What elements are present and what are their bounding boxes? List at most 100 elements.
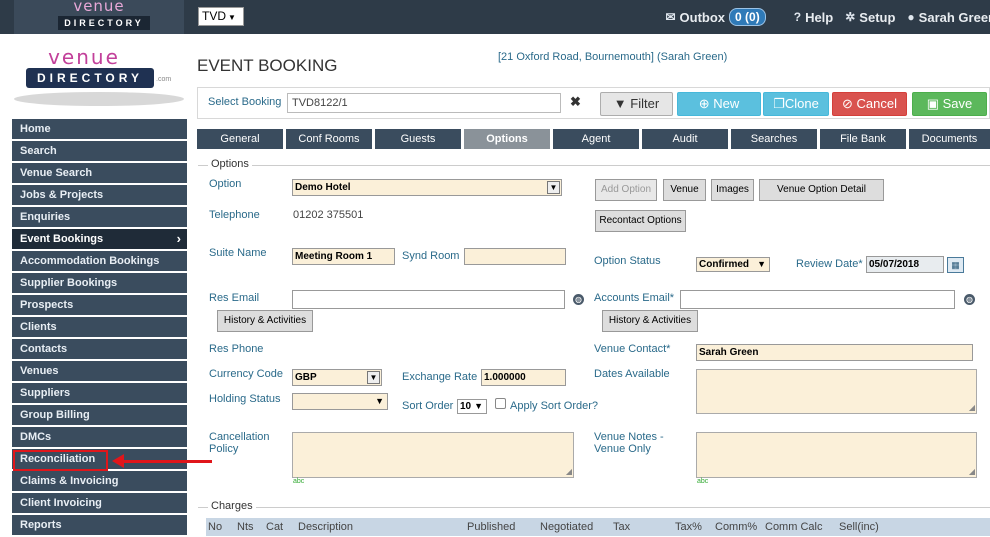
tab-agent[interactable]: Agent: [553, 129, 639, 149]
tab-bar: General Conf Rooms Guests Options Agent Audit…: [197, 129, 990, 149]
sidebar-item-supplier-bookings[interactable]: Supplier Bookings: [12, 273, 187, 293]
question-circle-icon: ?: [793, 10, 802, 24]
sidebar-item-label: Client Invoicing: [20, 497, 102, 509]
user-menu[interactable]: ● Sarah Green: [907, 10, 990, 25]
column-header-comm-calc[interactable]: Comm Calc: [765, 518, 822, 536]
sidebar-item-search[interactable]: Search: [12, 141, 187, 161]
sidebar-item-home[interactable]: Home: [12, 119, 187, 139]
sidebar-item-clients[interactable]: Clients: [12, 317, 187, 337]
sidebar-item-claims-invoicing[interactable]: Claims & Invoicing: [12, 471, 187, 491]
images-button[interactable]: Images: [711, 179, 754, 201]
clear-icon[interactable]: ✖: [570, 94, 581, 110]
apply-sort-checkbox[interactable]: [495, 398, 506, 409]
chevron-right-icon: ›: [176, 231, 181, 246]
column-header-nts[interactable]: Nts: [237, 518, 254, 536]
accounts-email-label: Accounts Email*: [594, 292, 675, 304]
sidebar-item-accommodation-bookings[interactable]: Accommodation Bookings: [12, 251, 187, 271]
copy-icon: ❐: [773, 96, 785, 111]
filter-button[interactable]: ▼ Filter: [600, 92, 673, 116]
venue-notes-label-line1: Venue Notes -: [594, 431, 664, 443]
booking-select-input[interactable]: TVD8122/1: [287, 93, 561, 113]
tab-audit[interactable]: Audit: [642, 129, 728, 149]
sidebar-item-suppliers[interactable]: Suppliers: [12, 383, 187, 403]
sidebar-item-group-billing[interactable]: Group Billing: [12, 405, 187, 425]
tab-searches[interactable]: Searches: [731, 129, 817, 149]
venue-option-detail-button[interactable]: Venue Option Detail: [759, 179, 884, 201]
spellcheck-icon[interactable]: abc: [293, 478, 304, 485]
sidebar-item-client-invoicing[interactable]: Client Invoicing: [12, 493, 187, 513]
res-email-input[interactable]: [292, 290, 565, 309]
tab-documents[interactable]: Documents: [909, 129, 990, 149]
recontact-options-button[interactable]: Recontact Options: [595, 210, 686, 232]
sidebar-item-venues[interactable]: Venues: [12, 361, 187, 381]
cancel-label: Cancel: [856, 96, 897, 111]
column-header-negotiated[interactable]: Negotiated: [540, 518, 593, 536]
sidebar-item-label: Jobs & Projects: [20, 189, 104, 201]
tab-guests[interactable]: Guests: [375, 129, 461, 149]
history-activities-button[interactable]: History & Activities: [217, 310, 313, 332]
option-select[interactable]: Demo Hotel ▼: [292, 179, 562, 196]
top-logo[interactable]: venue DIRECTORY: [14, 0, 184, 34]
tab-file-bank[interactable]: File Bank: [820, 129, 906, 149]
column-header-tax[interactable]: Tax: [613, 518, 630, 536]
select-booking-label: Select Booking: [208, 96, 282, 108]
sidebar-item-label: Search: [20, 145, 57, 157]
setup-button[interactable]: ✲ Setup: [845, 10, 895, 25]
column-header-no[interactable]: No: [208, 518, 222, 536]
sidebar-item-label: Home: [20, 123, 51, 135]
column-header-tax-[interactable]: Tax%: [675, 518, 702, 536]
column-header-sell-inc-[interactable]: Sell(inc): [839, 518, 879, 536]
history-activities-button-2[interactable]: History & Activities: [602, 310, 698, 332]
review-date-label: Review Date*: [796, 258, 863, 270]
sidebar-item-jobs-projects[interactable]: Jobs & Projects: [12, 185, 187, 205]
telephone-value: 01202 375501: [293, 209, 364, 221]
outbox-count-badge: 0 (0): [729, 8, 766, 26]
sidebar-item-prospects[interactable]: Prospects: [12, 295, 187, 315]
currency-select[interactable]: GBP ▼: [292, 369, 382, 386]
option-status-select[interactable]: Confirmed ▼: [696, 257, 770, 272]
highlight-box: [13, 450, 108, 471]
option-status-value: Confirmed: [699, 259, 749, 270]
sidebar-item-contacts[interactable]: Contacts: [12, 339, 187, 359]
venue-button[interactable]: Venue: [663, 179, 706, 201]
column-header-description[interactable]: Description: [298, 518, 353, 536]
venue-notes-textarea[interactable]: ◢: [696, 432, 977, 478]
help-button[interactable]: ? Help: [794, 10, 834, 25]
sidebar-item-event-bookings[interactable]: Event Bookings ›: [12, 229, 187, 249]
column-header-cat[interactable]: Cat: [266, 518, 283, 536]
cancellation-policy-textarea[interactable]: ◢: [292, 432, 574, 478]
envelope-icon: ✉: [665, 10, 676, 24]
new-button[interactable]: ⊕ New: [677, 92, 761, 116]
save-button[interactable]: ▣ Save: [912, 92, 987, 116]
suite-name-input[interactable]: Meeting Room 1: [292, 248, 395, 265]
outbox-button[interactable]: ✉ Outbox 0 (0): [665, 8, 766, 26]
venue-contact-input[interactable]: Sarah Green: [696, 344, 973, 361]
add-option-button[interactable]: Add Option: [595, 179, 657, 201]
globe-icon[interactable]: ◍: [573, 294, 584, 305]
sidebar-item-dmcs[interactable]: DMCs: [12, 427, 187, 447]
tab-conf-rooms[interactable]: Conf Rooms: [286, 129, 372, 149]
sidebar-item-venue-search[interactable]: Venue Search: [12, 163, 187, 183]
company-select[interactable]: TVD ▼: [198, 7, 244, 26]
spellcheck-icon[interactable]: abc: [697, 478, 708, 485]
side-logo[interactable]: venue DIRECTORY .com: [14, 45, 184, 110]
sidebar-item-enquiries[interactable]: Enquiries: [12, 207, 187, 227]
options-legend: Options: [208, 158, 252, 170]
synd-room-input[interactable]: [464, 248, 566, 265]
tab-options[interactable]: Options: [464, 129, 550, 149]
accounts-email-input[interactable]: [680, 290, 955, 309]
dates-available-textarea[interactable]: ◢: [696, 369, 977, 414]
sidebar-item-reports[interactable]: Reports: [12, 515, 187, 535]
column-header-comm-[interactable]: Comm%: [715, 518, 757, 536]
sidebar-item-label: Event Bookings: [20, 233, 104, 245]
clone-button[interactable]: ❐Clone: [763, 92, 829, 116]
tab-general[interactable]: General: [197, 129, 283, 149]
sort-order-select[interactable]: 10 ▼: [457, 399, 487, 414]
review-date-input[interactable]: 05/07/2018: [866, 256, 944, 273]
calendar-icon[interactable]: ▦: [947, 257, 964, 273]
globe-icon[interactable]: ◍: [964, 294, 975, 305]
cancel-button[interactable]: ⊘ Cancel: [832, 92, 907, 116]
holding-status-select[interactable]: ▼: [292, 393, 388, 410]
column-header-published[interactable]: Published: [467, 518, 515, 536]
exchange-rate-input[interactable]: 1.000000: [481, 369, 566, 386]
